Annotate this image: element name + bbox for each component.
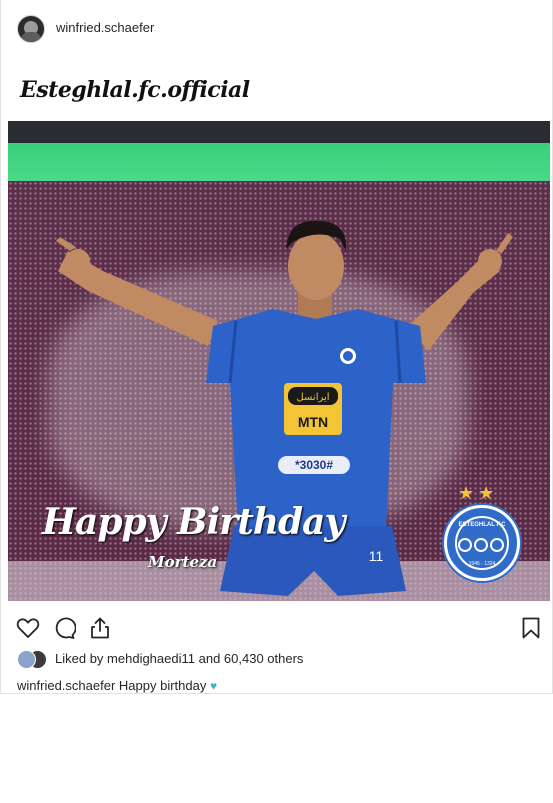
- action-bar: [1, 610, 552, 646]
- crest-text: ESTEGHLAL F.C: [458, 522, 506, 528]
- post-header: winfried.schaefer: [1, 0, 552, 58]
- post-image[interactable]: Esteghlal.fc.official ایرانسل MTN *3030#…: [1, 57, 552, 603]
- jersey-brand-fa: ایرانسل: [296, 392, 329, 403]
- comment-icon[interactable]: [52, 616, 76, 640]
- likes-user[interactable]: mehdighaedi11: [107, 651, 195, 666]
- caption-user[interactable]: winfried.schaefer: [17, 678, 115, 693]
- headline-text: Happy Birthday: [42, 501, 345, 543]
- likes-suffix[interactable]: and 60,430 others: [195, 651, 304, 666]
- bookmark-icon[interactable]: [519, 616, 543, 640]
- author-username[interactable]: winfried.schaefer: [56, 20, 154, 35]
- blue-heart-icon: ♥: [209, 679, 218, 693]
- club-crest: ESTEGHLAL F.C 1945 - 1324: [444, 505, 520, 581]
- player-name: Morteza: [148, 553, 218, 571]
- jersey-code: *3030#: [295, 458, 333, 472]
- crest-stars: ★★: [458, 483, 499, 503]
- caption-text: Happy birthday: [115, 678, 207, 693]
- crest-year: 1945 - 1324: [468, 561, 496, 567]
- post-card: winfried.schaefer Esteghlal.fc.official: [0, 0, 553, 694]
- likes-text: Liked by mehdighaedi11 and 60,430 others: [55, 651, 303, 666]
- shorts-number: 11: [369, 548, 384, 564]
- brand-text: Esteghlal.fc.official: [20, 77, 250, 103]
- caption: winfried.schaefer Happy birthday ♥: [17, 678, 217, 693]
- heart-icon[interactable]: [16, 616, 40, 640]
- liker-avatar[interactable]: [17, 650, 36, 669]
- player-photo: ایرانسل MTN *3030# 11 ★★ ESTEGHLAL F.C 1…: [8, 121, 550, 601]
- author-avatar[interactable]: [17, 15, 45, 43]
- likes-row: Liked by mehdighaedi11 and 60,430 others: [17, 649, 547, 669]
- share-icon[interactable]: [88, 616, 112, 640]
- jersey-sponsor: MTN: [298, 414, 328, 430]
- likes-prefix: Liked by: [55, 651, 108, 666]
